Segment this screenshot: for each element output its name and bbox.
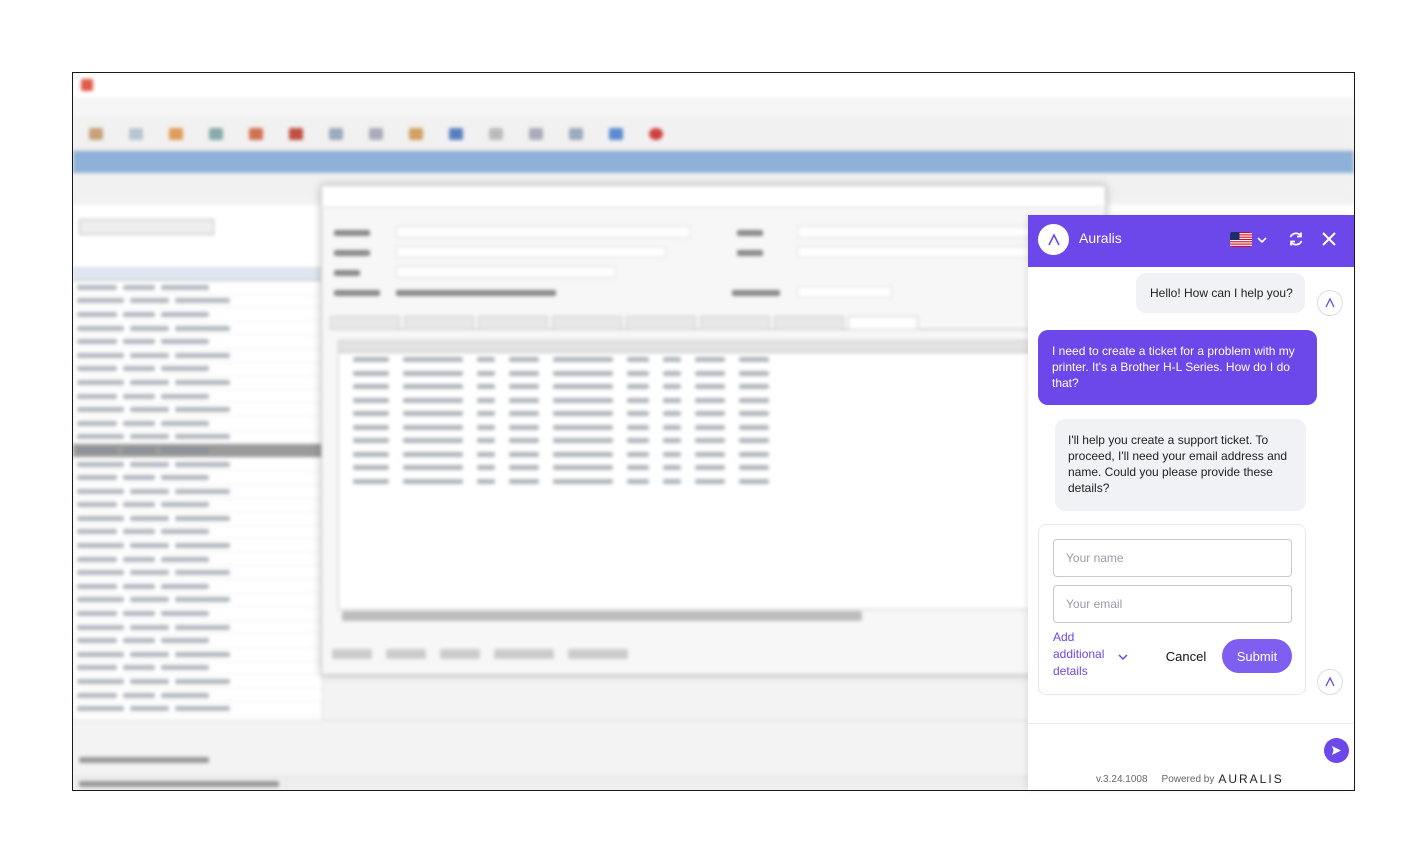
background-list-row [73,390,322,404]
composer-divider [1028,723,1354,724]
background-list-row [73,308,322,322]
background-list-row [73,689,322,703]
bot-message: I'll help you create a support ticket. T… [1055,419,1306,511]
background-list-row [73,566,322,581]
background-grid-row [339,448,1097,462]
bot-message: Hello! How can I help you? [1136,273,1305,313]
language-chevron-down-icon[interactable] [1256,233,1268,251]
background-list-row [73,417,322,431]
background-list-row [73,607,322,621]
background-list-row [73,539,322,553]
background-grid-row [339,461,1097,475]
background-grid-row [339,421,1097,435]
equipment-list-pane [73,205,323,765]
background-list-row [73,444,322,458]
submit-button[interactable]: Submit [1222,639,1292,673]
background-list-row [73,634,322,649]
background-list-row [73,431,322,445]
send-icon[interactable] [1324,738,1349,763]
add-additional-details-link[interactable]: Add additional details [1053,629,1123,680]
user-message: I need to create a ticket for a problem … [1038,330,1317,405]
background-list-row [73,295,322,309]
background-grid-row [339,353,1097,367]
background-grid-row [339,407,1097,421]
background-list-row [73,512,322,526]
powered-by: Powered by AURALIS [1162,772,1284,786]
auralis-logo-icon [1038,224,1069,255]
refresh-icon[interactable] [1286,229,1306,254]
background-list-row [73,702,322,716]
chat-widget: Auralis Hello! How can I help you? I nee… [1028,215,1354,790]
background-list-row [73,621,322,635]
background-list-row [73,403,322,417]
background-list-row [73,322,322,336]
chat-footer: v.3.24.1008 Powered by AURALIS [1096,772,1284,786]
background-grid-row [339,394,1097,408]
cancel-button[interactable]: Cancel [1159,639,1213,673]
background-list-row [73,499,322,513]
background-list-row [73,594,322,608]
background-list-row [73,485,322,499]
brand-name: Auralis [1079,230,1122,246]
close-icon[interactable] [1319,229,1339,254]
bot-avatar-icon [1317,669,1343,695]
background-grid-row [339,380,1097,394]
edit-equipment-dialog [321,185,1106,675]
name-input[interactable] [1053,539,1292,577]
bot-avatar-icon [1317,290,1343,316]
background-list-row [73,458,322,472]
version-label: v.3.24.1008 [1096,773,1148,785]
powered-by-label: Powered by [1161,773,1215,785]
background-list-row [73,363,322,377]
auralis-wordmark: AURALIS [1218,772,1284,786]
chat-header: Auralis [1028,215,1354,267]
background-list-row [73,335,322,349]
background-list-row [73,349,322,363]
background-grid-row [339,367,1097,381]
background-list-row [73,675,322,689]
message-input[interactable] [1034,731,1314,771]
background-list-row [73,526,322,540]
app-menubar [73,97,1354,117]
app-toolbar [73,117,1354,151]
app-icon [81,79,93,91]
email-input[interactable] [1053,585,1292,623]
app-section-band [73,151,1354,173]
background-list-row [73,471,322,485]
contact-form: Add additional details Cancel Submit [1038,524,1306,695]
us-flag-icon[interactable] [1230,232,1252,247]
background-list-row [73,580,322,594]
background-list-row [73,281,322,295]
background-list-row [73,648,322,662]
background-list-row [73,662,322,676]
app-titlebar [73,73,1354,97]
background-list-row [73,376,322,390]
background-grid-row [339,475,1097,489]
background-grid-row [339,434,1097,448]
background-list-row [73,553,322,567]
chevron-down-icon[interactable] [1117,649,1129,667]
